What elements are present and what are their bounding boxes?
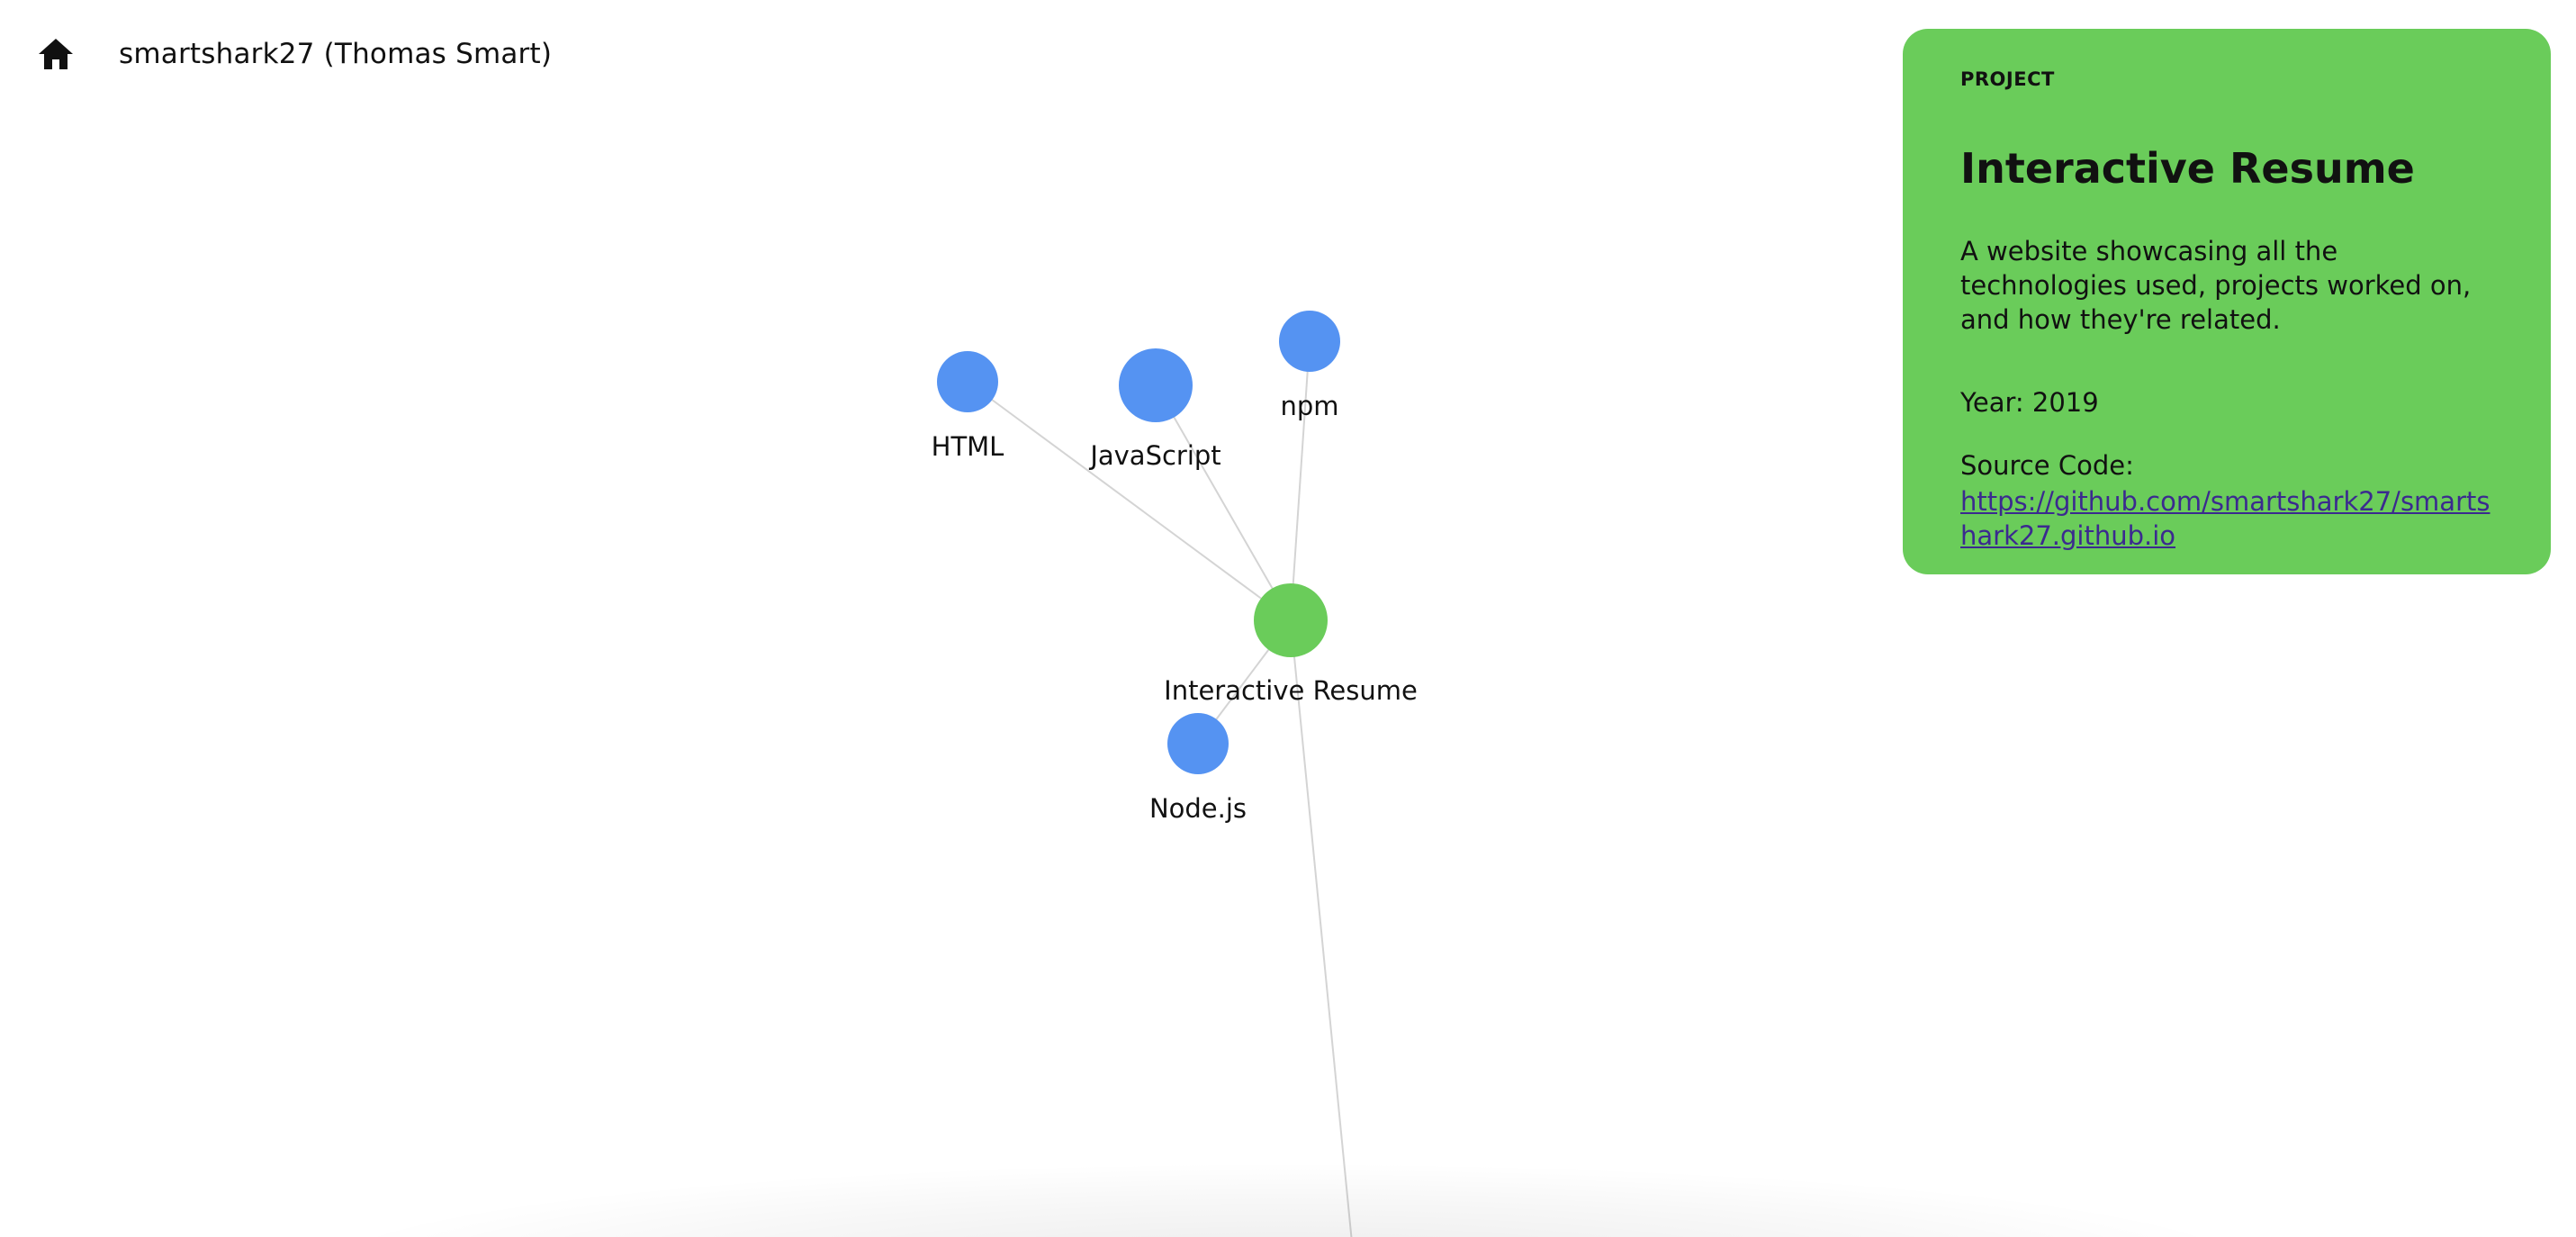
graph-node-html[interactable]: HTML	[932, 351, 1004, 462]
graph-node-javascript[interactable]: JavaScript	[1088, 348, 1221, 471]
graph-node-label-nodejs: Node.js	[1149, 793, 1247, 824]
card-title: Interactive Resume	[1960, 144, 2415, 193]
source-code-label: Source Code:	[1960, 450, 2134, 481]
graph-edge-interactive-resume-html	[967, 381, 1292, 621]
graph-node-label-html: HTML	[932, 431, 1004, 462]
graph-node-circle-nodejs[interactable]	[1167, 713, 1229, 774]
graph-edge-interactive-resume-npm	[1290, 340, 1311, 621]
project-details-card: PROJECT Interactive Resume A website sho…	[1903, 29, 2551, 574]
bottom-shadow	[297, 1161, 2277, 1237]
graph-edge-interactive-resume-javascript	[1155, 384, 1292, 621]
graph-nodes: HTML JavaScript npm Interactive Resume Node.…	[932, 311, 1418, 824]
graph-edges	[967, 340, 1353, 1237]
graph-node-nodejs[interactable]: Node.js	[1149, 713, 1247, 824]
card-type-label: PROJECT	[1960, 68, 2055, 90]
graph-node-label-javascript: JavaScript	[1088, 440, 1220, 471]
graph-edge-interactive-resume-offscreen	[1290, 619, 1353, 1237]
graph-node-npm[interactable]: npm	[1279, 311, 1340, 421]
home-button[interactable]	[34, 32, 77, 76]
card-year: Year: 2019	[1960, 387, 2099, 418]
graph-node-interactive-resume[interactable]: Interactive Resume	[1164, 583, 1418, 706]
top-bar: smartshark27 (Thomas Smart)	[34, 27, 552, 81]
graph-node-circle-npm[interactable]	[1279, 311, 1340, 372]
page: HTML JavaScript npm Interactive Resume Node.…	[0, 0, 2576, 1237]
graph-node-circle-javascript[interactable]	[1119, 348, 1193, 422]
graph-node-circle-html[interactable]	[937, 351, 998, 412]
graph-node-label-npm: npm	[1280, 391, 1338, 421]
graph-node-circle-interactive-resume[interactable]	[1254, 583, 1328, 657]
user-title: smartshark27 (Thomas Smart)	[119, 38, 553, 70]
graph-node-label-interactive-resume: Interactive Resume	[1164, 675, 1418, 706]
home-icon	[39, 39, 73, 69]
source-code-link[interactable]: https://github.com/smartshark27/smartsha…	[1960, 484, 2491, 553]
card-description: A website showcasing all the technologie…	[1960, 236, 2472, 335]
